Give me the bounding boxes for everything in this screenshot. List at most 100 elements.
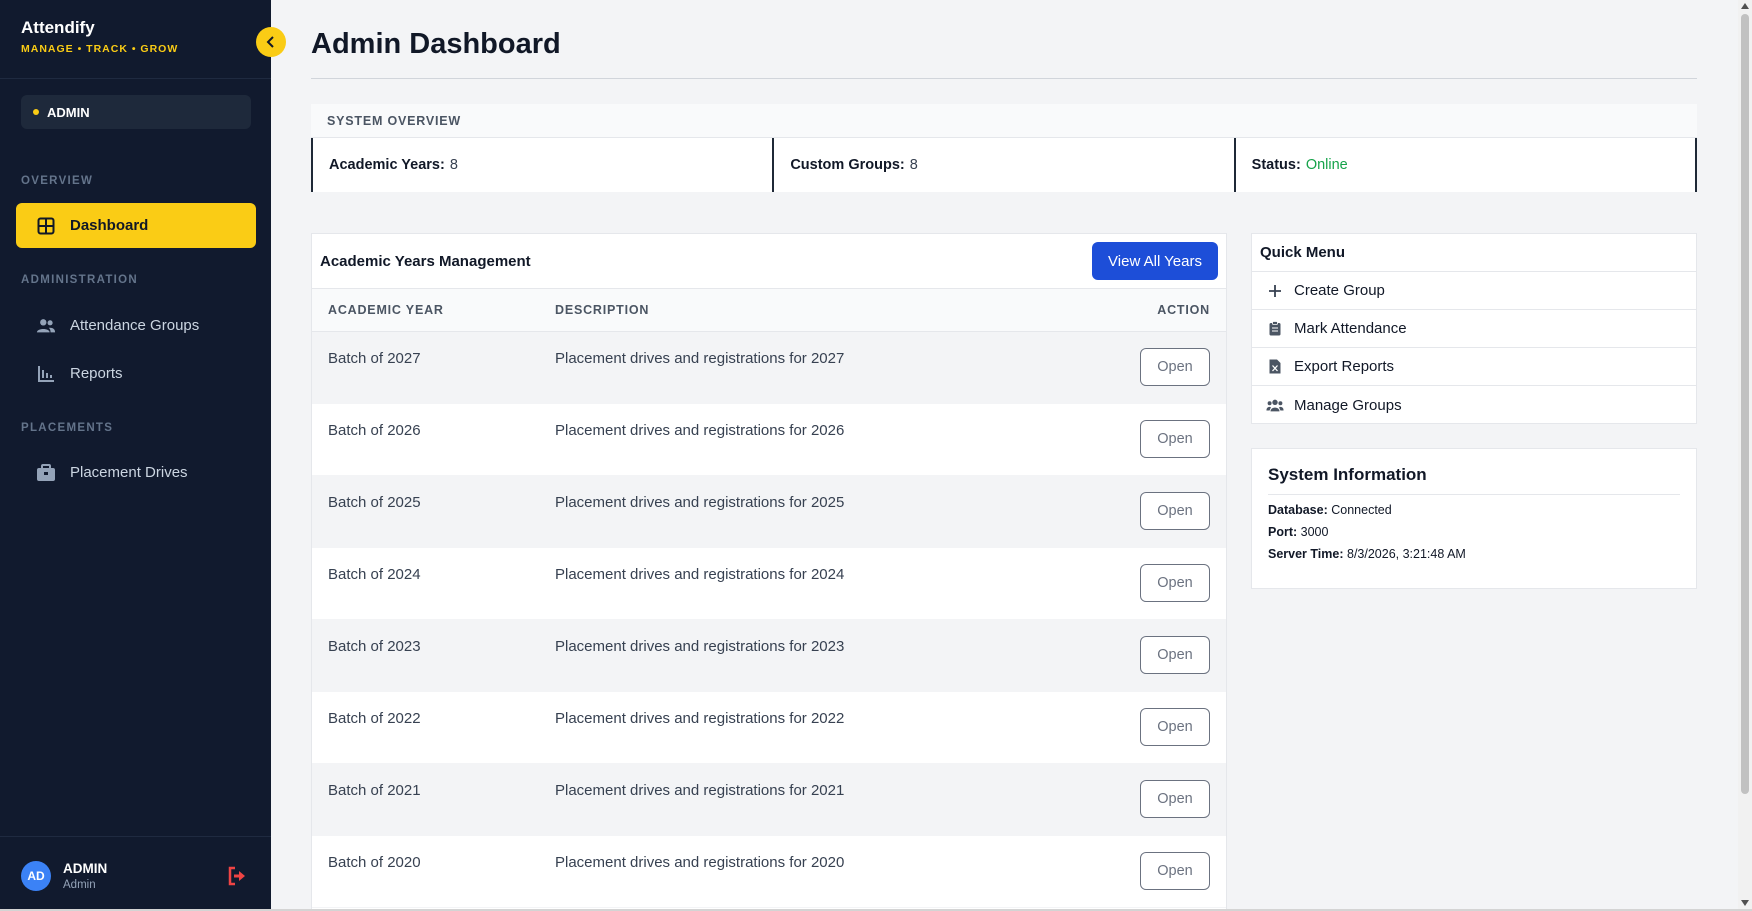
stat-label: Status: <box>1251 157 1301 173</box>
quick-menu-export-reports[interactable]: Export Reports <box>1252 348 1696 386</box>
stat-value: 8 <box>449 157 458 173</box>
cell-description: Placement drives and registrations for 2… <box>555 854 845 871</box>
cell-description: Placement drives and registrations for 2… <box>555 350 845 367</box>
role-badge-label: ADMIN <box>47 104 90 120</box>
table-row: Batch of 2024 Placement drives and regis… <box>312 548 1226 620</box>
scroll-up-arrow-icon[interactable] <box>1741 3 1749 9</box>
logout-icon[interactable] <box>226 865 248 887</box>
sidebar-item-dashboard[interactable]: Dashboard <box>16 203 256 248</box>
open-button[interactable]: Open <box>1140 564 1210 602</box>
sidebar-item-attendance-groups[interactable]: Attendance Groups <box>16 303 256 348</box>
label: Server Time: <box>1268 547 1344 561</box>
value: 8/3/2026, 3:21:48 AM <box>1347 547 1466 561</box>
brand: Attendify MANAGE • TRACK • GROW <box>21 18 178 55</box>
open-button[interactable]: Open <box>1140 708 1210 746</box>
cell-description: Placement drives and registrations for 2… <box>555 494 845 511</box>
cell-year: Batch of 2020 <box>328 854 421 871</box>
user-info: ADMIN Admin <box>63 861 107 891</box>
chevron-left-icon <box>266 36 274 48</box>
briefcase-icon <box>36 463 56 483</box>
section-label-overview: OVERVIEW <box>21 175 94 187</box>
divider <box>311 78 1697 79</box>
system-overview-card: SYSTEM OVERVIEW Academic Years: 8 Custom… <box>311 104 1697 192</box>
label: Port: <box>1268 525 1298 539</box>
scrollbar-thumb[interactable] <box>1741 14 1749 794</box>
avatar: AD <box>21 860 51 891</box>
section-label-placements: PLACEMENTS <box>21 422 114 434</box>
quick-menu-create-group[interactable]: Create Group <box>1252 272 1696 310</box>
sidebar-item-label: Dashboard <box>70 217 149 234</box>
open-button[interactable]: Open <box>1140 780 1210 818</box>
quick-menu-label: Manage Groups <box>1294 396 1402 414</box>
quick-menu-manage-groups[interactable]: Manage Groups <box>1252 386 1696 424</box>
cell-description: Placement drives and registrations for 2… <box>555 422 845 439</box>
cell-year: Batch of 2027 <box>328 350 421 367</box>
app-name: Attendify <box>21 18 95 37</box>
stat-custom-groups: Custom Groups: 8 <box>772 138 1233 192</box>
section-label-administration: ADMINISTRATION <box>21 274 139 286</box>
cell-year: Batch of 2026 <box>328 422 421 439</box>
open-button[interactable]: Open <box>1140 420 1210 458</box>
academic-years-panel: Academic Years Management View All Years… <box>311 233 1227 911</box>
sidebar-item-reports[interactable]: Reports <box>16 351 256 396</box>
quick-menu-label: Export Reports <box>1294 358 1395 375</box>
dashboard-icon <box>36 216 56 236</box>
system-port: Port: 3000 <box>1268 525 1680 539</box>
system-database: Database: Connected <box>1268 503 1680 517</box>
cell-description: Placement drives and registrations for 2… <box>555 566 845 583</box>
cell-year: Batch of 2022 <box>328 710 421 727</box>
quick-menu-title: Quick Menu <box>1252 234 1696 272</box>
stats-row: Academic Years: 8 Custom Groups: 8 Statu… <box>311 138 1697 192</box>
open-button[interactable]: Open <box>1140 348 1210 386</box>
role-badge: ADMIN <box>21 95 251 129</box>
value: 3000 <box>1300 525 1329 539</box>
divider <box>0 78 271 79</box>
sidebar-item-label: Placement Drives <box>70 464 188 481</box>
table-row: Batch of 2023 Placement drives and regis… <box>312 620 1226 692</box>
open-button[interactable]: Open <box>1140 636 1210 674</box>
table-header: ACADEMIC YEAR DESCRIPTION ACTION <box>312 289 1226 332</box>
column-header: ACADEMIC YEAR <box>328 303 444 317</box>
cell-description: Placement drives and registrations for 2… <box>555 782 845 799</box>
value: Connected <box>1331 503 1392 517</box>
table-body: Batch of 2027 Placement drives and regis… <box>312 332 1226 908</box>
clipboard-icon <box>1266 320 1284 338</box>
quick-menu-mark-attendance[interactable]: Mark Attendance <box>1252 310 1696 348</box>
cell-description: Placement drives and registrations for 2… <box>555 710 845 727</box>
system-server-time: Server Time: 8/3/2026, 3:21:48 AM <box>1268 547 1680 561</box>
stat-academic-years: Academic Years: 8 <box>311 138 772 192</box>
user-role: Admin <box>63 878 96 891</box>
stat-status: Status: Online <box>1233 138 1697 192</box>
column-header: DESCRIPTION <box>555 303 650 317</box>
sidebar-item-placement-drives[interactable]: Placement Drives <box>16 450 256 495</box>
sidebar: Attendify MANAGE • TRACK • GROW ADMIN OV… <box>0 0 271 909</box>
open-button[interactable]: Open <box>1140 492 1210 530</box>
stat-label: Academic Years: <box>329 157 445 173</box>
page-scrollbar[interactable] <box>1738 0 1752 909</box>
main-content: Admin Dashboard SYSTEM OVERVIEW Academic… <box>271 0 1738 911</box>
view-all-years-button[interactable]: View All Years <box>1092 242 1218 280</box>
open-button[interactable]: Open <box>1140 852 1210 890</box>
system-information-card: System Information Database: Connected P… <box>1251 448 1697 589</box>
scroll-down-arrow-icon[interactable] <box>1741 900 1749 906</box>
user-name: ADMIN <box>63 860 108 876</box>
users-icon <box>1266 396 1284 414</box>
table-row: Batch of 2021 Placement drives and regis… <box>312 764 1226 836</box>
quick-menu-label: Create Group <box>1294 282 1385 299</box>
quick-menu: Quick Menu Create Group Mark Attendance … <box>1251 233 1697 424</box>
app-tagline: MANAGE • TRACK • GROW <box>21 43 179 55</box>
cell-year: Batch of 2024 <box>328 566 421 583</box>
plus-icon <box>1266 282 1284 300</box>
cell-description: Placement drives and registrations for 2… <box>555 638 845 655</box>
chart-icon <box>36 364 56 384</box>
label: Database: <box>1268 503 1328 517</box>
page-title: Admin Dashboard <box>311 28 561 60</box>
table-row: Batch of 2022 Placement drives and regis… <box>312 692 1226 764</box>
panel-header: Academic Years Management View All Years <box>312 234 1226 289</box>
table-row: Batch of 2025 Placement drives and regis… <box>312 476 1226 548</box>
user-profile: AD ADMIN Admin <box>0 842 271 909</box>
collapse-sidebar-button[interactable] <box>256 27 286 57</box>
cell-year: Batch of 2025 <box>328 494 421 511</box>
sidebar-item-label: Reports <box>70 365 123 382</box>
sidebar-item-label: Attendance Groups <box>70 317 200 334</box>
